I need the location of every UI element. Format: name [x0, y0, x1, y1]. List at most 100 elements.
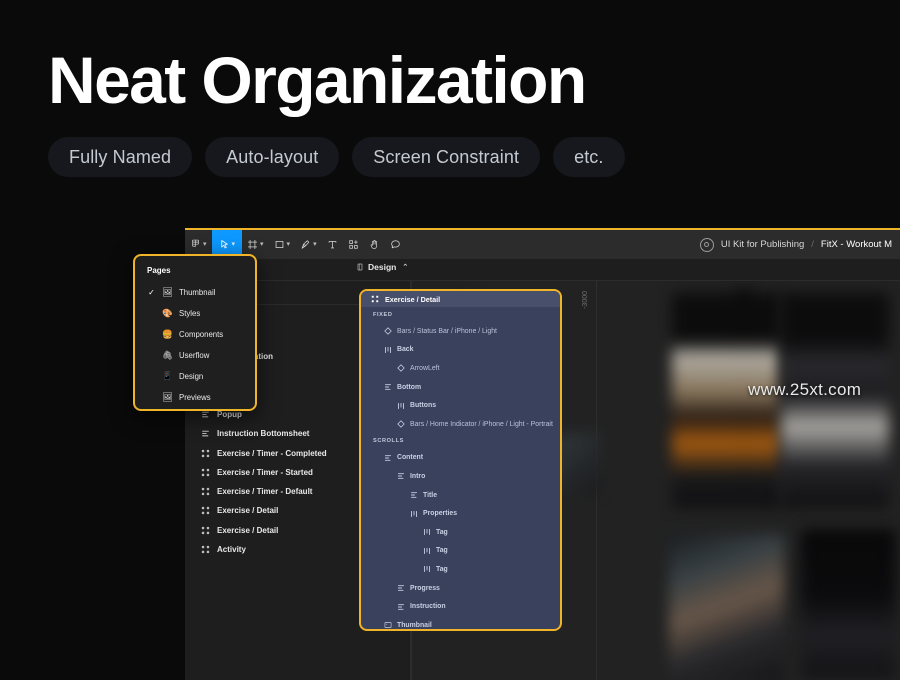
page-emoji-icon: 🍔 [162, 329, 173, 340]
selected-layer-row[interactable]: Tag [361, 560, 560, 579]
canvas-artboard-thumbnail[interactable] [672, 293, 780, 508]
selected-layer-row[interactable]: Bars / Status Bar / iPhone / Light [361, 322, 560, 341]
canvas-artboard-thumbnail[interactable] [669, 534, 784, 680]
toolbar-file-info: UI Kit for Publishing / FitX - Workout M [699, 237, 900, 252]
autolayout-v-icon [397, 472, 405, 480]
page-title: Neat Organization [48, 43, 587, 117]
layers-row-label: Activity [217, 545, 246, 554]
pen-icon [300, 239, 311, 250]
selected-layer-row[interactable]: Intro [361, 467, 560, 486]
pages-menu-item[interactable]: 🍔 Components [135, 324, 255, 345]
shape-rectangle-icon [274, 239, 285, 250]
feature-chip-2: Auto-layout [205, 137, 340, 177]
selected-layer-row[interactable]: Progress [361, 579, 560, 598]
selected-layer-row[interactable]: ArrowLeft [361, 359, 560, 378]
instance-icon [397, 364, 405, 373]
autolayout-v-icon [384, 454, 392, 462]
selected-layer-row[interactable]: Buttons [361, 396, 560, 415]
move-cursor-icon [219, 239, 230, 250]
toolbar-hand-button[interactable] [364, 230, 385, 259]
account-avatar-icon[interactable] [699, 237, 714, 252]
page-emoji-icon: 🖼 [162, 287, 173, 298]
chevron-down-icon[interactable]: ▾ [260, 241, 264, 248]
layers-row-label: Exercise / Timer - Default [217, 487, 313, 497]
pages-menu-item[interactable]: 🖇 Userflow [135, 345, 255, 366]
selected-layer-row-label: Intro [410, 472, 426, 480]
selected-layer-group-label: FIXED [373, 311, 393, 318]
layers-row-label: Exercise / Timer - Completed [217, 448, 327, 458]
toolbar-pen-button[interactable]: ▾ [295, 230, 322, 259]
selected-layer-row-label: Instruction [410, 603, 446, 611]
instance-icon [397, 420, 405, 428]
pages-menu-item[interactable]: 🎨 Styles [135, 303, 255, 324]
autolayout-h-icon [423, 528, 431, 536]
pages-menu-item-label: Styles [179, 309, 201, 318]
toolbar-text-button[interactable] [322, 230, 343, 259]
selected-layer-row[interactable]: Content [361, 449, 560, 468]
chevron-down-icon[interactable]: ▾ [232, 241, 236, 248]
component-icon [201, 449, 210, 458]
image-icon [384, 621, 392, 629]
pages-menu-item[interactable]: ✓ 🖼 Thumbnail [135, 282, 255, 303]
selected-layer-row[interactable]: Instruction [361, 597, 560, 616]
selected-layer-row-label: Title [423, 491, 438, 499]
layers-row-label: Instruction Bottomsheet [217, 429, 310, 439]
pages-menu-item-label: Components [179, 330, 224, 339]
breadcrumb-separator: / [811, 239, 814, 250]
selected-layer-row[interactable]: Thumbnail [361, 616, 560, 629]
pages-dropdown-menu[interactable]: Pages ✓ 🖼 Thumbnail 🎨 Styles 🍔 Components 🖇 User… [133, 254, 257, 411]
autolayout-v-icon [397, 603, 405, 611]
autolayout-v-icon [384, 383, 392, 391]
pages-menu-item-label: Previews [179, 393, 211, 402]
selected-layer-row[interactable]: Back [361, 341, 560, 360]
pages-menu-item[interactable]: 🖼 Previews [135, 387, 255, 408]
figma-toolbar: ▾ ▾ ▾ ▾ ▾ UI Kit for Publishing / FitX - Wor… [185, 230, 900, 259]
instance-icon [384, 327, 392, 336]
selected-layer-row[interactable]: Tag [361, 523, 560, 542]
autolayout-h-icon [423, 547, 431, 555]
feature-chip-3: Screen Constraint [352, 137, 541, 177]
check-icon: ✓ [148, 288, 155, 297]
pages-menu-item[interactable]: 📱 Design [135, 366, 255, 387]
selected-layer-header[interactable]: Exercise / Detail [361, 291, 560, 307]
autolayout-icon [201, 410, 210, 419]
comment-icon [390, 239, 401, 250]
figma-menu-icon [190, 239, 201, 250]
selected-layer-row[interactable]: Properties [361, 504, 560, 523]
watermark: www.25xt.com [748, 380, 862, 399]
chevron-down-icon[interactable]: ▾ [203, 241, 207, 248]
layers-row-label: Popup [217, 409, 242, 419]
selected-layer-row-label: Content [397, 454, 424, 462]
pages-menu-title: Pages [147, 266, 171, 275]
selected-layer-row-label: Bars / Status Bar / iPhone / Light [397, 327, 497, 335]
selected-layer-tree-panel[interactable]: Exercise / Detail FIXED Bars / Status Bar… [359, 289, 562, 631]
feature-chip-list: Fully Named Auto-layout Screen Constraint e… [48, 137, 625, 177]
tab-design[interactable]: Design ⌃ [356, 262, 408, 272]
selected-layer-group-label: SCROLLS [373, 438, 404, 445]
toolbar-resources-button[interactable] [343, 230, 364, 259]
selected-layer-row[interactable]: Bottom [361, 378, 560, 397]
layers-row-label: Exercise / Timer - Started [217, 467, 313, 477]
chevron-down-icon[interactable]: ▾ [287, 241, 291, 248]
screenshot-root: Neat Organization Fully Named Auto-layout… [0, 0, 900, 680]
component-icon [371, 295, 379, 303]
pages-menu-list: ✓ 🖼 Thumbnail 🎨 Styles 🍔 Components 🖇 Userflow 📱 D… [135, 282, 255, 408]
chevron-down-icon[interactable]: ▾ [313, 241, 317, 248]
panel-subbar: s Design ⌃ [185, 259, 900, 281]
page-emoji-icon: 🖇 [162, 350, 173, 361]
breadcrumb-file-name[interactable]: FitX - Workout M [821, 239, 892, 250]
canvas-artboard-thumbnail[interactable] [801, 529, 896, 679]
selected-layer-row-label: ArrowLeft [410, 364, 440, 372]
autolayout-h-icon [423, 565, 431, 573]
vertical-ruler: -3000 [580, 281, 596, 680]
toolbar-shape-rectangle-button[interactable]: ▾ [269, 230, 296, 259]
component-icon [201, 526, 210, 535]
selected-layer-row[interactable]: Tag [361, 542, 560, 561]
selected-layer-row[interactable]: Bars / Home Indicator / iPhone / Light -… [361, 415, 560, 434]
toolbar-comment-button[interactable] [385, 230, 406, 259]
canvas-artboard-thumbnail[interactable] [781, 293, 889, 508]
breadcrumb-team[interactable]: UI Kit for Publishing [721, 239, 804, 250]
chevron-up-icon: ⌃ [402, 263, 409, 271]
selected-layer-row[interactable]: Title [361, 486, 560, 505]
autolayout-icon [201, 429, 210, 438]
